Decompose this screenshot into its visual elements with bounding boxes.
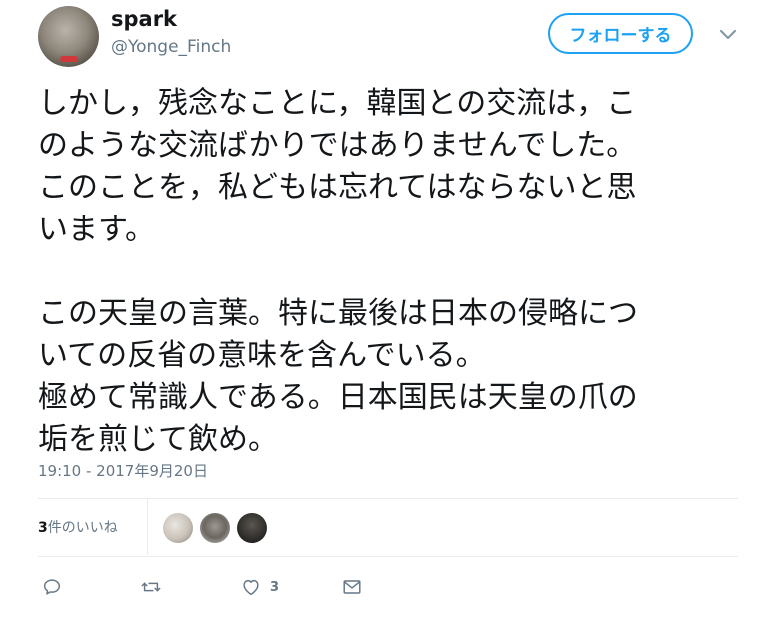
likes-count-label: 件のいいね: [47, 520, 118, 536]
like-button[interactable]: 3: [240, 575, 279, 599]
reply-button[interactable]: [41, 575, 63, 599]
heart-icon: [243, 579, 259, 596]
avatar-collar: [60, 56, 78, 62]
liker-avatar[interactable]: [200, 513, 230, 543]
tweet-text: しかし，残念なことに，韓国との交流は，こ のような交流ばかりではありませんでした…: [38, 86, 638, 457]
divider-bottom: [38, 556, 738, 557]
likes-count-number: 3: [38, 520, 48, 536]
liker-avatar[interactable]: [163, 513, 193, 543]
likes-separator: [147, 499, 148, 555]
envelope-icon: [343, 580, 361, 594]
tweet-timestamp[interactable]: 19:10 - 2017年9月20日: [38, 460, 208, 481]
follow-button[interactable]: フォローする: [548, 13, 693, 54]
like-count: 3: [270, 579, 280, 595]
retweet-icon: [141, 582, 161, 592]
user-avatar[interactable]: [38, 6, 99, 67]
liker-avatar[interactable]: [237, 513, 267, 543]
likes-count[interactable]: 3件のいいね: [38, 517, 118, 537]
retweet-button[interactable]: [140, 575, 162, 599]
divider-top: [38, 498, 738, 499]
user-display-name[interactable]: spark: [111, 7, 177, 31]
reply-icon: [43, 579, 61, 595]
user-handle[interactable]: @Yonge_Finch: [111, 37, 231, 57]
direct-message-button[interactable]: [341, 575, 363, 599]
chevron-down-icon[interactable]: [716, 22, 740, 46]
